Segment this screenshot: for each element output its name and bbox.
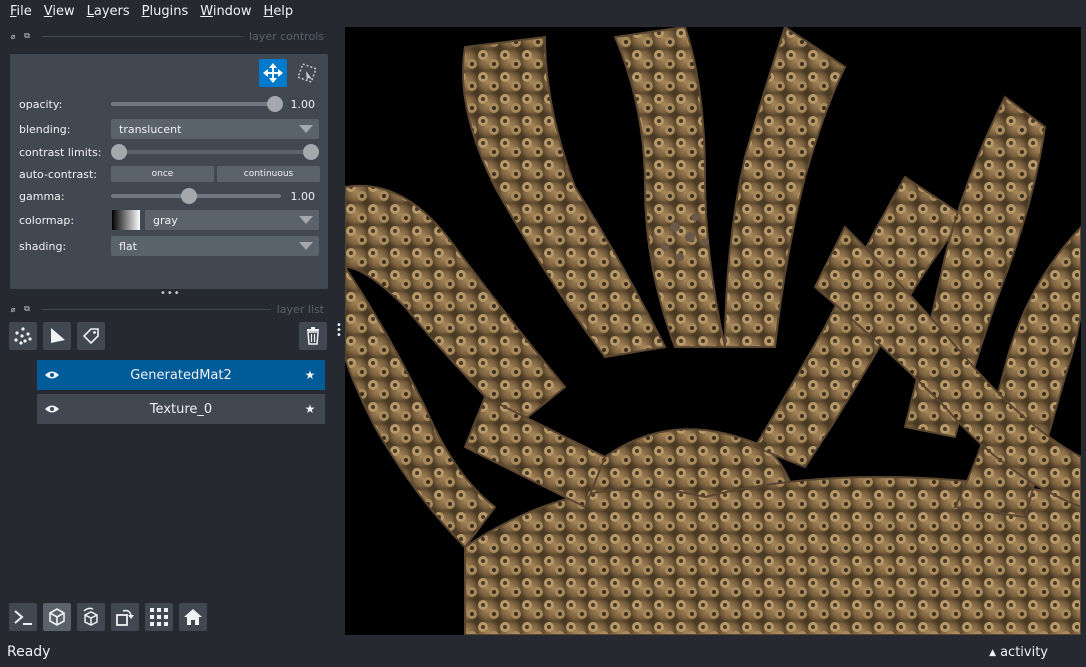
layer-row-texture-0[interactable]: Texture_0 ★ [37, 394, 325, 424]
caret-up-icon: ▲ [989, 647, 997, 658]
blending-value: translucent [119, 122, 182, 136]
visibility-eye-icon[interactable] [37, 370, 67, 380]
menu-window[interactable]: Window [194, 0, 257, 24]
opacity-row: opacity: 1.00 [19, 94, 319, 114]
cube-3d-icon [49, 608, 65, 626]
move-arrows-icon [263, 63, 283, 83]
auto-contrast-label: auto-contrast: [19, 167, 98, 181]
viewer-canvas[interactable] [345, 27, 1081, 635]
star-icon[interactable]: ★ [295, 368, 325, 382]
ndisplay-toggle-button[interactable] [43, 603, 71, 631]
layer-list-title: layer list [276, 302, 324, 316]
grid-icon [150, 608, 168, 626]
colormap-label: colormap: [19, 213, 75, 227]
menu-file[interactable]: File [4, 0, 38, 24]
pan-zoom-button[interactable] [259, 59, 287, 87]
home-button[interactable] [179, 603, 207, 631]
chevron-down-icon [299, 242, 313, 250]
contrast-limits-slider[interactable] [111, 142, 319, 162]
layer-row-generatedmat2[interactable]: GeneratedMat2 ★ [37, 360, 325, 390]
opacity-track [111, 102, 281, 106]
shading-label: shading: [19, 239, 67, 253]
shading-select[interactable]: flat [111, 236, 319, 256]
activity-button[interactable]: ▲ activity [989, 645, 1048, 660]
gamma-label: gamma: [19, 189, 65, 203]
colormap-preview [112, 210, 140, 230]
shapes-icon [51, 328, 65, 343]
contrast-limits-label: contrast limits: [19, 145, 102, 159]
dock-float-icon[interactable]: ⧉ [22, 31, 32, 41]
status-text: Ready [7, 644, 51, 660]
home-icon [184, 609, 202, 625]
colormap-select[interactable]: gray [145, 210, 319, 230]
trash-icon [307, 327, 319, 345]
contrast-min-handle[interactable] [111, 144, 127, 160]
terminal-icon [14, 610, 32, 625]
menu-layers[interactable]: Layers [81, 0, 136, 24]
new-labels-layer-button[interactable] [77, 322, 105, 350]
layer-controls-panel: opacity: 1.00 blending: translucent cont… [10, 54, 328, 289]
opacity-slider[interactable] [111, 94, 283, 114]
transpose-button[interactable] [111, 603, 139, 631]
menu-plugins[interactable]: Plugins [136, 0, 195, 24]
visibility-eye-icon[interactable] [37, 404, 67, 414]
title-rule [42, 308, 271, 310]
blending-label: blending: [19, 122, 71, 136]
grid-view-button[interactable] [145, 603, 173, 631]
opacity-label: opacity: [19, 97, 63, 111]
layer-controls-title-bar: ⌀ ⧉ layer controls [8, 28, 324, 44]
contrast-limits-track [111, 150, 317, 154]
opacity-handle[interactable] [267, 96, 283, 112]
delete-layer-button[interactable] [299, 322, 327, 350]
auto-contrast-continuous-button[interactable]: continuous [217, 166, 320, 182]
menu-help[interactable]: Help [258, 0, 300, 24]
splitter-handle[interactable]: ••• [160, 289, 180, 299]
gamma-value: 1.00 [290, 189, 316, 203]
console-button[interactable] [9, 603, 37, 631]
dock-close-icon[interactable]: ⌀ [8, 31, 18, 41]
roll-dimensions-button[interactable] [77, 603, 105, 631]
layer-list-menu-icon[interactable]: • • • [336, 321, 342, 341]
contrast-limits-row: contrast limits: [19, 142, 319, 162]
chevron-down-icon [299, 125, 313, 133]
layer-name: Texture_0 [149, 401, 213, 417]
contrast-max-handle[interactable] [303, 144, 319, 160]
dock-close-icon[interactable]: ⌀ [8, 304, 18, 314]
new-points-layer-button[interactable] [9, 322, 37, 350]
layer-controls-title: layer controls [249, 29, 324, 43]
tag-icon [82, 328, 99, 345]
dock-float-icon[interactable]: ⧉ [22, 304, 32, 314]
cube-rotate-icon [83, 607, 98, 626]
star-icon[interactable]: ★ [295, 402, 325, 416]
transform-select-icon [297, 63, 317, 83]
menu-view[interactable]: View [38, 0, 81, 24]
title-rule [42, 35, 244, 37]
shading-value: flat [119, 239, 137, 253]
activity-label: activity [1000, 645, 1048, 660]
blending-select[interactable]: translucent [111, 119, 319, 139]
opacity-value: 1.00 [290, 97, 316, 111]
chevron-down-icon [299, 216, 313, 224]
colormap-value: gray [153, 213, 178, 227]
transpose-icon [116, 609, 134, 626]
gamma-slider[interactable] [111, 186, 281, 206]
layer-list-title-bar: ⌀ ⧉ layer list [8, 301, 324, 317]
gamma-handle[interactable] [181, 188, 197, 204]
coral-3d-render [345, 27, 1081, 635]
auto-contrast-once-button[interactable]: once [111, 166, 214, 182]
transform-button[interactable] [293, 59, 321, 87]
layer-name: GeneratedMat2 [130, 367, 232, 383]
new-shapes-layer-button[interactable] [43, 322, 71, 350]
points-icon [14, 327, 32, 345]
gamma-row: gamma: 1.00 [19, 186, 319, 206]
menu-bar: File View Layers Plugins Window Help [0, 0, 1086, 24]
